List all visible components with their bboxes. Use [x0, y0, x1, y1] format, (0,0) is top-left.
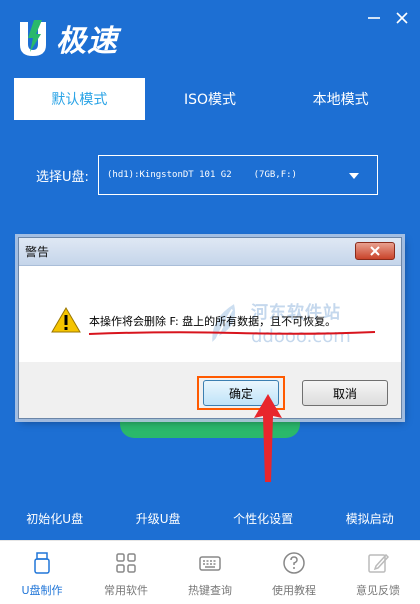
nav-label: 常用软件: [104, 584, 148, 597]
nav-label: 使用教程: [272, 584, 316, 597]
logo-u-icon: [16, 18, 50, 58]
app-logo: 极速: [16, 14, 118, 62]
keyboard-icon: [197, 550, 223, 576]
usb-tool-window: 极速 默认模式 ISO模式 本地模式 选择U盘: (hd1):KingstonD…: [0, 0, 420, 604]
ok-button[interactable]: 确定: [203, 380, 279, 406]
help-icon: [281, 550, 307, 576]
nav-label: U盘制作: [21, 584, 63, 597]
dialog-footer: 确定 取消: [19, 362, 401, 418]
tool-links: 初始化U盘 升级U盘 个性化设置 模拟启动: [0, 510, 420, 536]
usb-select-row: 选择U盘: (hd1):KingstonDT 101 G2 (7GB,F:): [36, 155, 380, 195]
warning-icon: [51, 307, 81, 333]
usb-device-name: (hd1):KingstonDT 101 G2: [107, 170, 232, 180]
simulate-boot-link[interactable]: 模拟启动: [346, 510, 394, 536]
warning-dialog: 警告 河东软件站 ddooo.com 本操作将会删除 F: 盘上的所有数据，且不…: [18, 237, 402, 419]
feedback-icon: [365, 550, 391, 576]
nav-hotkey-lookup[interactable]: 热键查询: [168, 541, 252, 604]
close-icon: [370, 246, 380, 256]
apps-grid-icon: [113, 550, 139, 576]
tab-iso-mode[interactable]: ISO模式: [145, 78, 276, 120]
nav-common-software[interactable]: 常用软件: [84, 541, 168, 604]
usb-device-size: (7GB,F:): [253, 170, 297, 180]
dialog-message: 本操作将会删除 F: 盘上的所有数据，且不可恢复。: [89, 315, 337, 328]
dialog-title: 警告: [19, 238, 401, 266]
cancel-button[interactable]: 取消: [302, 380, 388, 406]
usb-select-label: 选择U盘:: [36, 169, 89, 185]
minimize-icon[interactable]: [366, 10, 382, 26]
tab-local-mode[interactable]: 本地模式: [275, 78, 406, 120]
nav-usb-make[interactable]: U盘制作: [0, 541, 84, 604]
close-icon[interactable]: [394, 10, 410, 26]
nav-label: 热键查询: [188, 584, 232, 597]
nav-tutorial[interactable]: 使用教程: [252, 541, 336, 604]
personalize-link[interactable]: 个性化设置: [233, 510, 293, 536]
red-underline-mark: [88, 331, 376, 335]
bottom-nav: U盘制作 常用软件 热键查询 使用教程 意见反馈: [0, 540, 420, 604]
nav-feedback[interactable]: 意见反馈: [336, 541, 420, 604]
logo-text: 极速: [56, 24, 118, 59]
mode-tabs: 默认模式 ISO模式 本地模式: [14, 78, 406, 120]
usb-select-dropdown[interactable]: (hd1):KingstonDT 101 G2 (7GB,F:): [98, 155, 378, 195]
dialog-close-button[interactable]: [355, 242, 395, 260]
tab-default-mode[interactable]: 默认模式: [14, 78, 145, 120]
dialog-body: 河东软件站 ddooo.com 本操作将会删除 F: 盘上的所有数据，且不可恢复…: [19, 266, 401, 362]
chevron-down-icon: [349, 173, 359, 179]
init-usb-link[interactable]: 初始化U盘: [26, 510, 83, 536]
nav-label: 意见反馈: [356, 584, 400, 597]
usb-drive-icon: [29, 550, 55, 576]
upgrade-usb-link[interactable]: 升级U盘: [136, 510, 181, 536]
window-controls: [366, 10, 410, 26]
